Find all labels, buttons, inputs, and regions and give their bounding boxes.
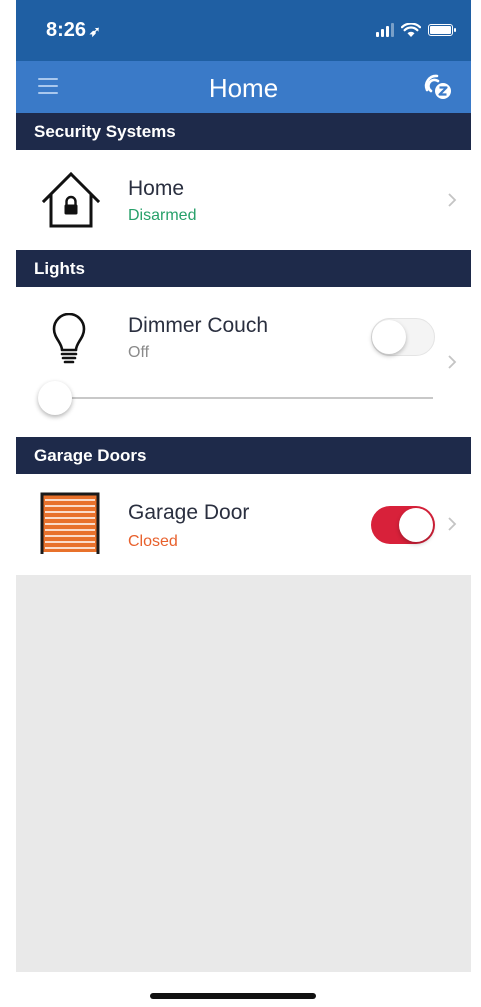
empty-list-area (16, 575, 471, 972)
garage-door-toggle[interactable] (371, 506, 435, 544)
clock-text: 8:26 (46, 19, 87, 41)
house-lock-icon (41, 171, 101, 228)
section-header-garage-doors: Garage Doors (16, 437, 471, 474)
dimmer-slider-track[interactable] (56, 397, 433, 399)
page-title: Home (208, 73, 279, 103)
zwave-icon[interactable] (419, 70, 455, 102)
status-bar: 8:26 ➶ (16, 0, 471, 61)
battery-icon (428, 24, 456, 36)
device-row-home-security[interactable]: Home Disarmed (16, 150, 471, 250)
toggle-knob (372, 320, 406, 354)
status-time: 8:26 ➶ (46, 19, 101, 42)
device-status: Off (128, 344, 150, 361)
device-name: Garage Door (128, 501, 250, 524)
chevron-right-icon (448, 517, 457, 531)
chevron-right-icon (448, 193, 457, 207)
status-icons (376, 22, 456, 38)
device-name: Dimmer Couch (128, 314, 269, 337)
chevron-right-icon (448, 355, 457, 369)
device-name: Home (128, 177, 185, 200)
toggle-knob (399, 508, 433, 542)
dimmer-slider-thumb[interactable] (38, 381, 72, 415)
device-status: Closed (128, 533, 178, 550)
wifi-icon (401, 22, 421, 37)
location-arrow-icon: ➶ (89, 23, 101, 39)
garage-door-icon (40, 492, 100, 554)
device-status: Disarmed (128, 207, 197, 224)
device-row-dimmer-couch[interactable]: Dimmer Couch Off (16, 287, 471, 437)
cellular-signal-icon (376, 23, 394, 37)
nav-bar: Home (16, 61, 471, 113)
lightbulb-icon (52, 313, 86, 364)
device-row-garage-door[interactable]: Garage Door Closed (16, 474, 471, 575)
app-screen: 8:26 ➶ Home Security Systems Home Disarm… (16, 0, 471, 1007)
home-indicator[interactable] (150, 993, 316, 999)
light-toggle[interactable] (371, 318, 435, 356)
section-header-lights: Lights (16, 250, 471, 287)
section-header-security-systems: Security Systems (16, 113, 471, 150)
